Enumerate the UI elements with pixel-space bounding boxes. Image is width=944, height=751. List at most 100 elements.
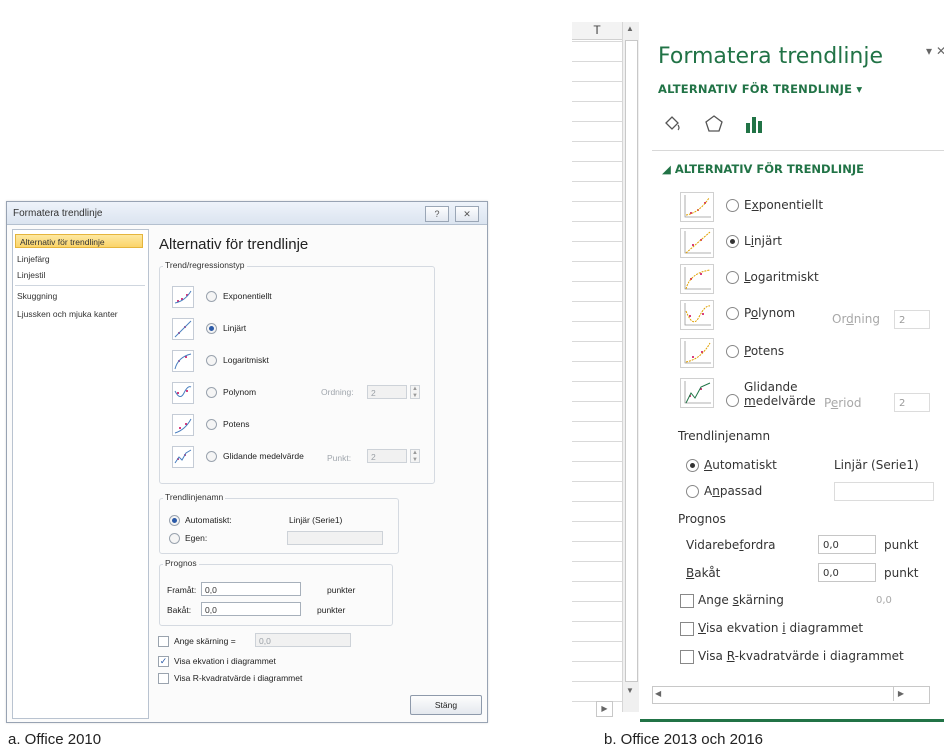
- polynomial-radio[interactable]: [726, 307, 739, 320]
- category-glow-soft-edges[interactable]: Ljussken och mjuka kanter: [17, 309, 118, 319]
- section-header[interactable]: ◢ ALTERNATIV FÖR TRENDLINJE: [662, 162, 864, 176]
- exponential-icon: [680, 192, 714, 222]
- show-equation-label: Visa ekvation i diagrammet: [174, 656, 276, 666]
- linear-label: Linjärt: [223, 323, 247, 333]
- order-spinner[interactable]: ▲ ▼: [410, 385, 420, 399]
- polynomial-label: Polynom: [223, 387, 257, 397]
- moving-average-radio[interactable]: [726, 394, 739, 407]
- trend-type-label: Trend/regressionstyp: [163, 260, 247, 270]
- effects-pentagon-icon[interactable]: [704, 114, 724, 139]
- custom-label: Anpassad: [704, 484, 763, 498]
- backward-input[interactable]: 0,0: [201, 602, 301, 616]
- show-equation-checkbox[interactable]: [680, 622, 694, 636]
- forecast-label: Prognos: [163, 558, 199, 568]
- scroll-up-icon[interactable]: ▲: [623, 24, 637, 33]
- category-line-color[interactable]: Linjefärg: [17, 254, 50, 264]
- exponential-radio[interactable]: [206, 291, 217, 302]
- moving-average-radio[interactable]: [206, 451, 217, 462]
- intercept-label: Ange skärning: [698, 593, 784, 607]
- logarithmic-radio[interactable]: [206, 355, 217, 366]
- automatic-radio[interactable]: [169, 515, 180, 526]
- polynomial-icon: [172, 382, 194, 404]
- order-input[interactable]: 2: [894, 310, 930, 329]
- category-shadow[interactable]: Skuggning: [17, 291, 57, 301]
- column-header-t[interactable]: T: [572, 22, 622, 40]
- period-label: Punkt:: [327, 453, 352, 463]
- scroll-left-icon[interactable]: ◀: [655, 689, 661, 698]
- linear-radio[interactable]: [206, 323, 217, 334]
- trendline-name-label: Trendlinjenamn: [163, 492, 226, 502]
- intercept-checkbox[interactable]: [680, 594, 694, 608]
- custom-radio[interactable]: [169, 533, 180, 544]
- backward-unit: punkter: [317, 605, 346, 615]
- linear-icon: [172, 318, 194, 340]
- office2010-dialog: Formatera trendlinje ? ✕ Alternativ för …: [6, 201, 488, 723]
- forward-input[interactable]: 0,0: [201, 582, 301, 596]
- forward-unit: punkter: [327, 585, 356, 595]
- custom-name-input[interactable]: [834, 482, 934, 501]
- vertical-scrollbar[interactable]: ▲ ▼: [622, 22, 639, 712]
- dialog-heading: Alternativ för trendlinje: [159, 236, 309, 253]
- forward-input[interactable]: 0,0: [818, 535, 876, 554]
- forward-label: Vidarebefordra: [686, 538, 776, 552]
- close-icon[interactable]: ✕: [455, 206, 479, 222]
- power-radio[interactable]: [726, 345, 739, 358]
- trendline-options-bar-icon[interactable]: [744, 114, 764, 139]
- scroll-right-icon[interactable]: ▶: [893, 687, 908, 701]
- automatic-name-value: Linjär (Serie1): [834, 458, 919, 472]
- logarithmic-icon: [172, 350, 194, 372]
- show-r2-checkbox[interactable]: [158, 673, 169, 684]
- exponential-icon: [172, 286, 194, 308]
- linear-label: Linjärt: [744, 234, 782, 248]
- power-radio[interactable]: [206, 419, 217, 430]
- custom-label: Egen:: [185, 533, 208, 543]
- category-line-style[interactable]: Linjestil: [17, 270, 45, 280]
- pane-close-icon[interactable]: ✕: [936, 44, 944, 58]
- moving-average-label: Glidande medelvärde: [744, 380, 816, 408]
- format-trendline-pane: Formatera trendlinje ▾ ✕ ALTERNATIV FÖR …: [640, 22, 944, 722]
- polynomial-label: Polynom: [744, 306, 796, 320]
- pane-menu-icon[interactable]: ▾: [926, 44, 932, 58]
- power-label: Potens: [744, 344, 785, 358]
- scroll-thumb[interactable]: [625, 40, 638, 682]
- intercept-input[interactable]: 0,0: [255, 633, 351, 647]
- category-trendline-options[interactable]: Alternativ för trendlinje: [15, 234, 143, 248]
- fill-line-icon[interactable]: [662, 114, 682, 139]
- intercept-checkbox[interactable]: [158, 636, 169, 647]
- sheet-scroll-right-icon[interactable]: ▶: [596, 701, 613, 717]
- period-input[interactable]: 2: [367, 449, 407, 463]
- category-list: Alternativ för trendlinje Linjefärg Linj…: [12, 229, 149, 719]
- close-button[interactable]: Stäng: [410, 695, 482, 715]
- automatic-radio[interactable]: [686, 459, 699, 472]
- worksheet-column[interactable]: [572, 22, 623, 712]
- period-input[interactable]: 2: [894, 393, 930, 412]
- caption-office2013: b. Office 2013 och 2016: [604, 731, 764, 748]
- logarithmic-label: Logaritmiskt: [744, 270, 819, 284]
- forward-label: Framåt:: [167, 585, 197, 595]
- options-dropdown[interactable]: ALTERNATIV FÖR TRENDLINJE ▾: [658, 82, 862, 96]
- period-spinner[interactable]: ▲ ▼: [410, 449, 420, 463]
- help-button[interactable]: ?: [425, 206, 449, 222]
- show-r2-label: Visa R-kvadratvärde i diagrammet: [698, 649, 904, 663]
- show-r2-checkbox[interactable]: [680, 650, 694, 664]
- pane-horizontal-scrollbar[interactable]: ◀ ▶: [652, 686, 930, 704]
- custom-name-input[interactable]: [287, 531, 383, 545]
- power-icon: [680, 338, 714, 368]
- exponential-label: Exponentiellt: [744, 198, 824, 212]
- linear-icon: [680, 228, 714, 258]
- dialog-title: Formatera trendlinje: [13, 208, 103, 219]
- order-input[interactable]: 2: [367, 385, 407, 399]
- logarithmic-radio[interactable]: [726, 271, 739, 284]
- backward-label: Bakåt: [686, 566, 721, 580]
- forward-unit: punkt: [884, 538, 919, 552]
- intercept-value[interactable]: 0,0: [876, 595, 892, 606]
- linear-radio[interactable]: [726, 235, 739, 248]
- automatic-label: Automatiskt:: [185, 515, 232, 525]
- scroll-down-icon[interactable]: ▼: [623, 686, 637, 695]
- custom-radio[interactable]: [686, 485, 699, 498]
- polynomial-radio[interactable]: [206, 387, 217, 398]
- backward-input[interactable]: 0,0: [818, 563, 876, 582]
- show-equation-checkbox[interactable]: ✓: [158, 656, 169, 667]
- exponential-radio[interactable]: [726, 199, 739, 212]
- caption-office2010: a. Office 2010: [8, 731, 102, 748]
